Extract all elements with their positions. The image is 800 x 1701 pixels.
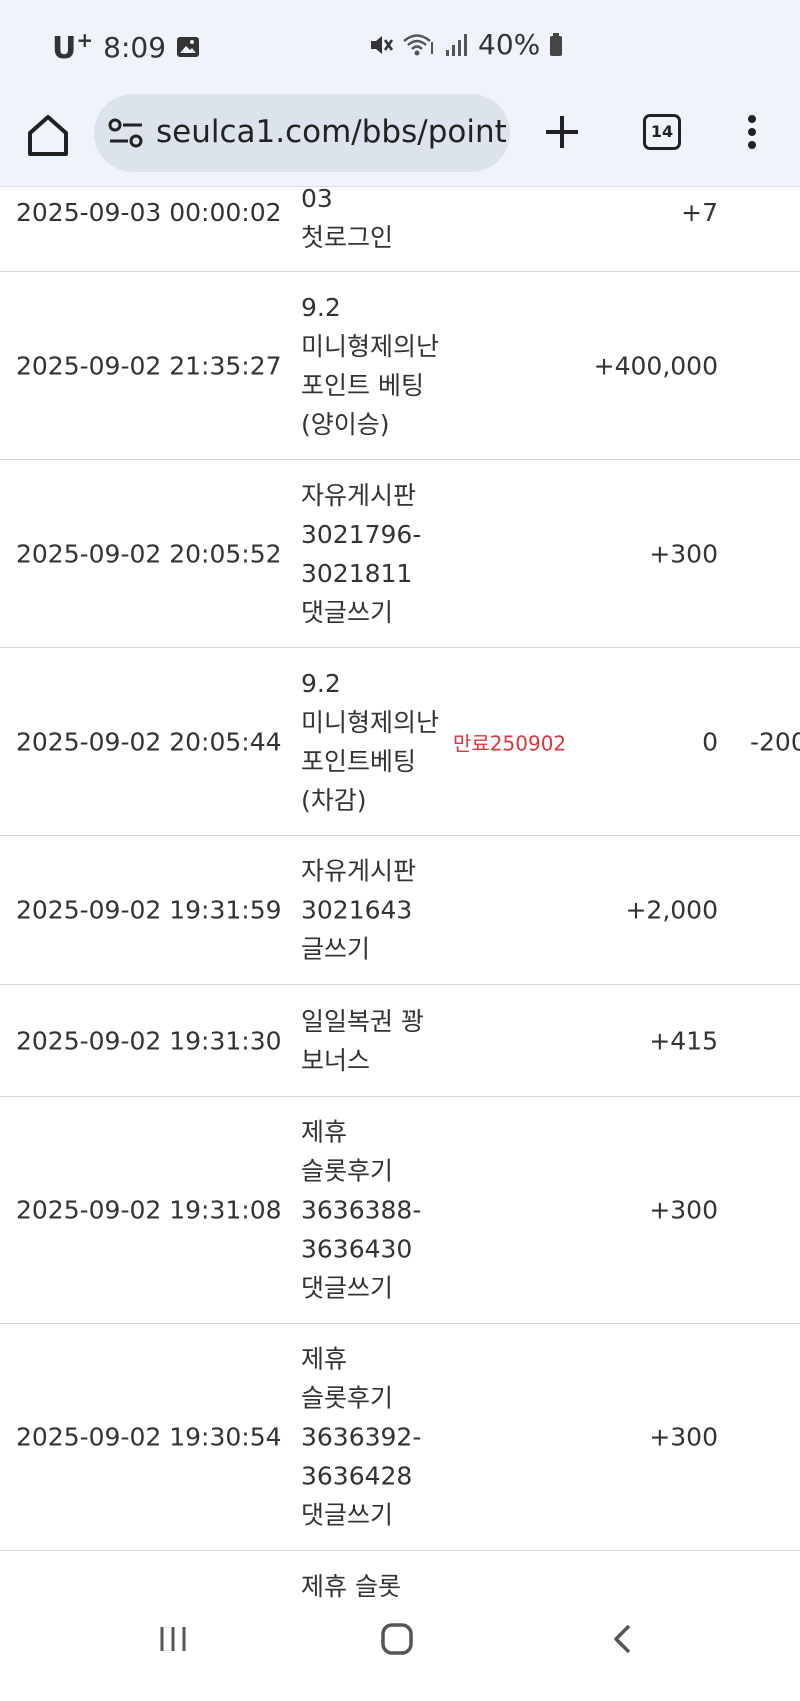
row-content[interactable]: 03 첫로그인 (301, 179, 431, 257)
signal-icon (446, 33, 467, 56)
row-content[interactable]: 9.2 미니형제의난 포인트 베팅(양이승) (301, 288, 439, 444)
row-point: +415 (649, 1026, 718, 1055)
row-point: +300 (649, 1422, 718, 1452)
table-row: 2025-09-02 19:30:54 제휴 슬롯후기 3636392-3636… (0, 1324, 800, 1551)
row-date: 2025-09-02 19:31:59 (16, 895, 282, 925)
battery-icon (550, 32, 563, 56)
site-settings-icon[interactable] (108, 116, 144, 150)
row-date: 2025-09-02 21:35:27 (16, 351, 282, 380)
row-used-point: -200 (750, 727, 800, 756)
table-row: 2025-09-02 19:31:30 일일복권 꽝 보너스 +415 (0, 985, 800, 1097)
row-point: 0 (702, 727, 718, 756)
row-date: 2025-09-03 00:00:02 (16, 198, 282, 227)
url-text[interactable]: seulca1.com/bbs/point (156, 114, 506, 150)
browser-toolbar: seulca1.com/bbs/point 14 (0, 90, 800, 187)
recent-apps-icon[interactable] (158, 1624, 188, 1654)
table-row: 2025-09-02 19:31:08 제휴 슬롯후기 3636388-3636… (0, 1097, 800, 1324)
row-expire-date: 만료250902 (453, 731, 567, 755)
back-icon[interactable] (610, 1622, 634, 1656)
point-history-table: 2025-09-03 00:00:02 03 첫로그인 +7 2025-09-0… (0, 184, 800, 1701)
row-content[interactable]: 자유게시판 3021643 글쓰기 (301, 852, 431, 969)
row-content[interactable]: 9.2 미니형제의난 포인트베팅(차감) (301, 664, 439, 820)
row-content[interactable]: 제휴 슬롯후기 3636388-3636430 댓글쓰기 (301, 1113, 431, 1308)
system-navigation-bar (0, 1598, 800, 1689)
row-content[interactable]: 제휴 슬롯후기 3636392-3636428 댓글쓰기 (301, 1340, 431, 1535)
table-row: 2025-09-02 20:05:44 9.2 미니형제의난 포인트베팅(차감)… (0, 648, 800, 836)
row-point: +7 (681, 198, 718, 227)
row-point: +300 (649, 1195, 718, 1225)
row-point: +300 (649, 539, 718, 568)
table-row: 2025-09-02 19:31:59 자유게시판 3021643 글쓰기 +2… (0, 836, 800, 985)
table-row: 2025-09-03 00:00:02 03 첫로그인 +7 (0, 184, 800, 272)
row-content[interactable]: 일일복권 꽝 보너스 (301, 1002, 431, 1080)
status-bar: U+ 8:09 40% (0, 0, 800, 90)
image-icon (177, 37, 200, 57)
battery-percent: 40% (478, 28, 541, 61)
row-date: 2025-09-02 19:30:54 (16, 1422, 282, 1452)
row-date: 2025-09-02 19:31:30 (16, 1026, 282, 1055)
system-home-icon[interactable] (380, 1622, 414, 1656)
address-bar[interactable]: seulca1.com/bbs/point (94, 94, 510, 172)
tab-switcher-button[interactable]: 14 (643, 114, 681, 150)
mute-icon (371, 35, 394, 54)
row-point: +2,000 (625, 895, 718, 925)
home-icon[interactable] (25, 112, 71, 158)
more-menu-icon[interactable] (745, 114, 759, 150)
table-row: 2025-09-02 21:35:27 9.2 미니형제의난 포인트 베팅(양이… (0, 272, 800, 460)
row-point: +400,000 (593, 351, 718, 380)
row-date: 2025-09-02 20:05:44 (16, 727, 282, 756)
row-date: 2025-09-02 20:05:52 (16, 539, 282, 568)
row-content[interactable]: 자유게시판 3021796-3021811 댓글쓰기 (301, 476, 431, 632)
clock: 8:09 (103, 30, 167, 64)
new-tab-icon[interactable] (542, 112, 582, 152)
table-row: 2025-09-02 20:05:52 자유게시판 3021796-302181… (0, 460, 800, 648)
carrier-label: U+ (52, 28, 94, 66)
row-date: 2025-09-02 19:31:08 (16, 1195, 282, 1225)
wifi-icon (403, 33, 433, 55)
